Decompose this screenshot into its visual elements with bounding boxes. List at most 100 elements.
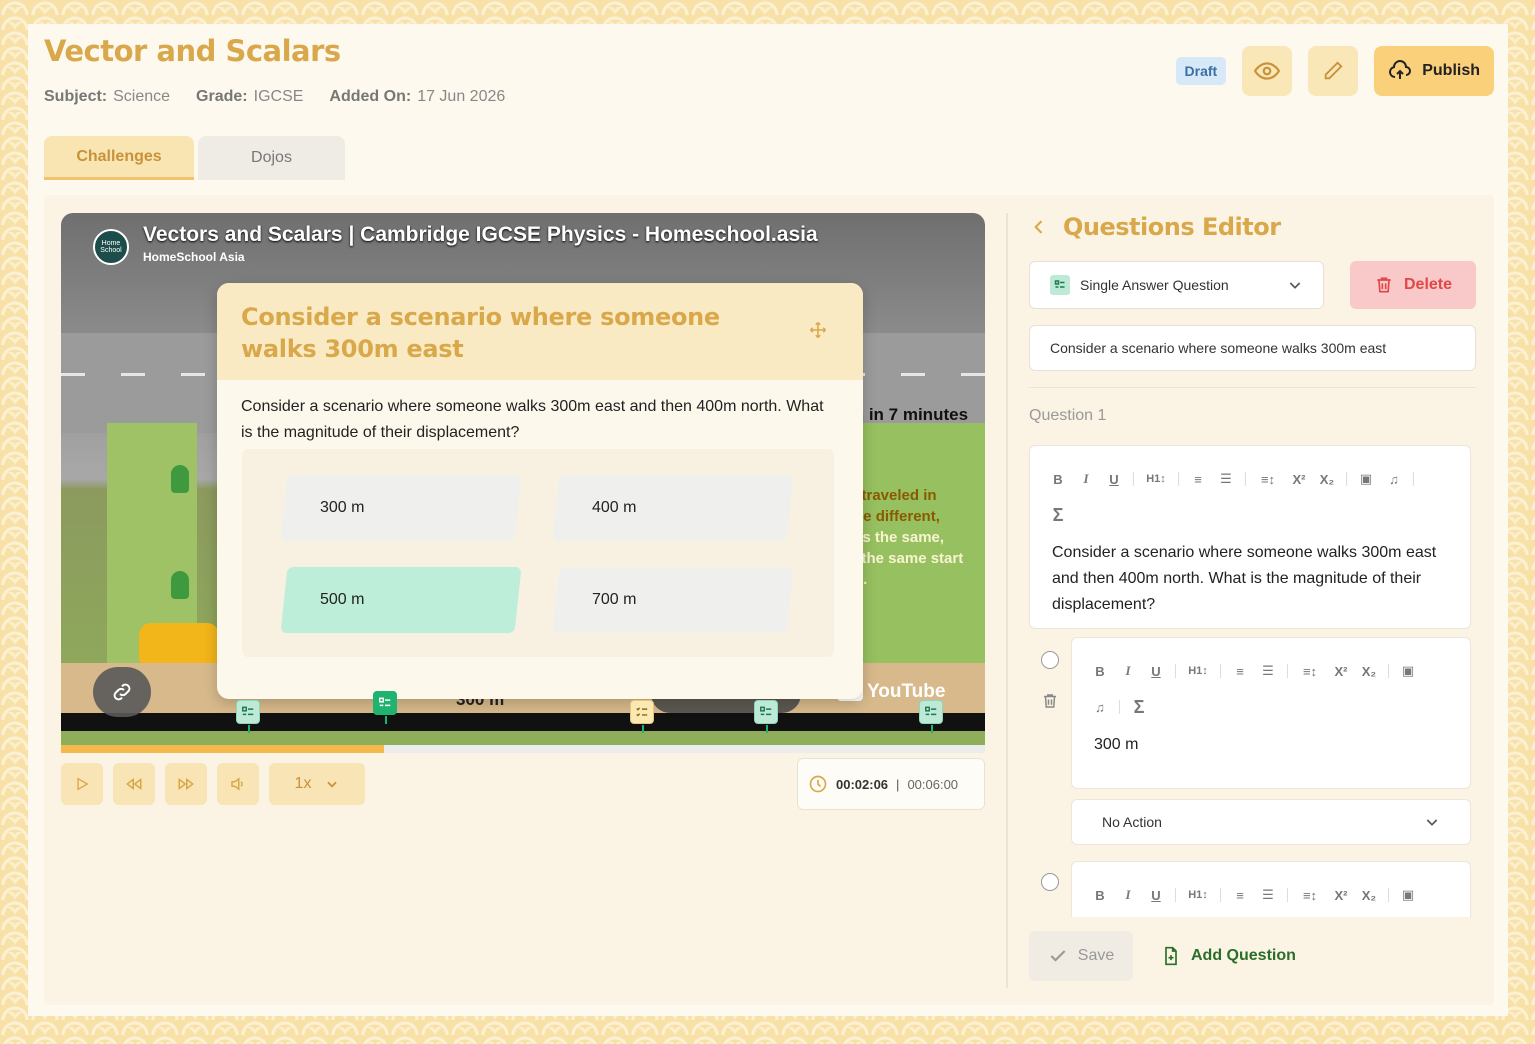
question-marker[interactable]: [236, 700, 260, 733]
tab-challenges[interactable]: Challenges: [44, 136, 194, 180]
superscript-icon[interactable]: X²: [1327, 656, 1355, 686]
play-button[interactable]: [61, 763, 103, 805]
scene-side-line: e the same start: [849, 550, 964, 567]
image-icon[interactable]: ▣: [1394, 656, 1422, 686]
superscript-icon[interactable]: X²: [1285, 464, 1313, 494]
question-rich-text-editor[interactable]: B I U H1↕ ≡ ☰ ≡↕ X² X₂ ▣ ♫ Σ Consider a …: [1029, 445, 1471, 629]
ordered-list-icon[interactable]: ≡: [1226, 880, 1254, 910]
editor-scroll-area[interactable]: B I U H1↕ ≡ ☰ ≡↕ X² X₂ ▣ ♫ Σ Consider a …: [1029, 445, 1479, 917]
question-marker[interactable]: [754, 700, 778, 733]
correct-answer-radio[interactable]: [1041, 651, 1059, 669]
popup-question: Consider a scenario where someone walks …: [241, 398, 824, 441]
heading-icon[interactable]: H1↕: [1139, 464, 1173, 494]
add-question-label: Add Question: [1191, 947, 1296, 964]
answer-option[interactable]: 300 m: [280, 475, 522, 541]
copy-link-button[interactable]: [93, 667, 151, 717]
answer-option[interactable]: 700 m: [552, 567, 794, 633]
popup-header: Consider a scenario where someone walks …: [217, 283, 863, 380]
subscript-icon[interactable]: X₂: [1313, 464, 1341, 494]
sigma-icon[interactable]: Σ: [1044, 500, 1072, 530]
forward-button[interactable]: [165, 763, 207, 805]
channel-logo[interactable]: Home School: [93, 229, 129, 265]
question-marker[interactable]: [919, 700, 943, 733]
divider: [1006, 213, 1008, 988]
chevron-down-icon: [1289, 282, 1301, 289]
audio-icon[interactable]: ♫: [1086, 692, 1114, 722]
move-icon[interactable]: [809, 321, 827, 339]
line-height-icon[interactable]: ≡↕: [1251, 464, 1285, 494]
sigma-icon[interactable]: Σ: [1125, 692, 1153, 722]
speed-select[interactable]: 1x: [269, 763, 365, 805]
questions-editor: Questions Editor Single Answer Question …: [1029, 195, 1479, 1005]
edit-button[interactable]: [1308, 46, 1359, 96]
italic-icon[interactable]: I: [1072, 464, 1100, 494]
bullet-list-icon[interactable]: ☰: [1254, 656, 1282, 686]
video-progress-bar[interactable]: [61, 745, 985, 753]
subscript-icon[interactable]: X₂: [1355, 656, 1383, 686]
italic-icon[interactable]: I: [1114, 880, 1142, 910]
bold-icon[interactable]: B: [1086, 656, 1114, 686]
question-marker-active[interactable]: [373, 691, 397, 724]
trash-icon[interactable]: [1041, 691, 1059, 711]
bold-icon[interactable]: B: [1086, 880, 1114, 910]
clock-icon: [809, 775, 827, 793]
delete-button[interactable]: Delete: [1350, 261, 1476, 309]
answer-grid: 300 m 400 m 500 m 700 m: [242, 449, 834, 657]
video-title[interactable]: Vectors and Scalars | Cambridge IGCSE Ph…: [143, 223, 818, 247]
volume-button[interactable]: [217, 763, 259, 805]
publish-button[interactable]: Publish: [1374, 46, 1494, 96]
heading-icon[interactable]: H1↕: [1181, 656, 1215, 686]
ordered-list-icon[interactable]: ≡: [1226, 656, 1254, 686]
underline-icon[interactable]: U: [1100, 464, 1128, 494]
video-player[interactable]: Home School Vectors and Scalars | Cambri…: [61, 213, 985, 745]
line-height-icon[interactable]: ≡↕: [1293, 880, 1327, 910]
popup-title: Consider a scenario where someone walks …: [241, 303, 720, 363]
option-text[interactable]: 300 m: [1072, 722, 1470, 768]
check-icon: [1050, 950, 1066, 962]
delete-label: Delete: [1403, 276, 1453, 293]
heading-icon[interactable]: H1↕: [1181, 880, 1215, 910]
superscript-icon[interactable]: X²: [1327, 880, 1355, 910]
toolbar-separator: [1178, 472, 1179, 486]
correct-answer-radio[interactable]: [1041, 873, 1059, 891]
audio-icon[interactable]: ♫: [1380, 464, 1408, 494]
tab-dojos[interactable]: Dojos: [198, 136, 345, 180]
scene-side-line: nt.: [849, 569, 985, 590]
answer-option-correct[interactable]: 500 m: [280, 567, 522, 633]
question-popup: Consider a scenario where someone walks …: [217, 283, 863, 699]
save-button[interactable]: Save: [1029, 931, 1133, 981]
rte-toolbar: B I U H1↕ ≡ ☰ ≡↕ X² X₂ ▣: [1072, 862, 1452, 910]
image-icon[interactable]: ▣: [1394, 880, 1422, 910]
preview-button[interactable]: [1242, 46, 1293, 96]
answer-label: 700 m: [592, 591, 637, 608]
total-time: 00:06:00: [907, 776, 959, 792]
bullet-list-icon[interactable]: ☰: [1212, 464, 1240, 494]
toolbar-separator: [1133, 472, 1134, 486]
question-type-select[interactable]: Single Answer Question: [1029, 261, 1324, 309]
underline-icon[interactable]: U: [1142, 656, 1170, 686]
video-scene-tree: [171, 465, 189, 493]
bold-icon[interactable]: B: [1044, 464, 1072, 494]
scene-side-line: are different,: [849, 508, 940, 525]
list-check-icon: [925, 706, 937, 716]
option-rich-text-editor[interactable]: B I U H1↕ ≡ ☰ ≡↕ X² X₂ ▣ ♫ Σ 300 m: [1071, 637, 1471, 789]
answer-option[interactable]: 400 m: [552, 475, 794, 541]
add-question-button[interactable]: Add Question: [1161, 931, 1296, 981]
chevron-left-icon[interactable]: [1029, 217, 1049, 237]
ordered-list-icon[interactable]: ≡: [1184, 464, 1212, 494]
question-body-text[interactable]: Consider a scenario where someone walks …: [1030, 530, 1470, 628]
line-height-icon[interactable]: ≡↕: [1293, 656, 1327, 686]
question-marker[interactable]: [630, 700, 654, 733]
editor-header: Questions Editor: [1029, 213, 1281, 241]
image-icon[interactable]: ▣: [1352, 464, 1380, 494]
option-action-select[interactable]: No Action: [1071, 799, 1471, 845]
italic-icon[interactable]: I: [1114, 656, 1142, 686]
question-title-input[interactable]: Consider a scenario where someone walks …: [1029, 325, 1476, 371]
meta-row: Subject: Science Grade: IGCSE Added On: 17 …: [44, 88, 505, 106]
subscript-icon[interactable]: X₂: [1355, 880, 1383, 910]
underline-icon[interactable]: U: [1142, 880, 1170, 910]
rewind-button[interactable]: [113, 763, 155, 805]
option-rich-text-editor[interactable]: B I U H1↕ ≡ ☰ ≡↕ X² X₂ ▣: [1071, 861, 1471, 917]
subject-value: Science: [113, 88, 171, 105]
bullet-list-icon[interactable]: ☰: [1254, 880, 1282, 910]
